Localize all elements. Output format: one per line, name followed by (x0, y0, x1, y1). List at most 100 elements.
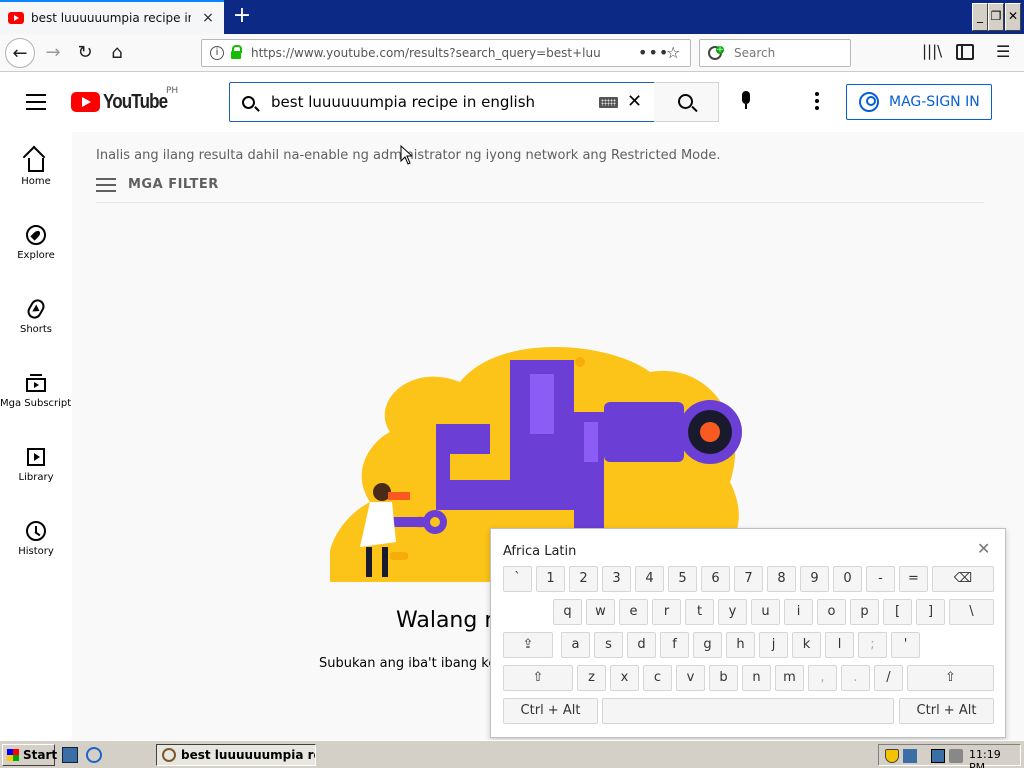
key[interactable]: [ (883, 599, 912, 625)
key[interactable]: b (709, 665, 738, 691)
key[interactable]: 8 (767, 566, 796, 592)
guide-item-history[interactable]: History (0, 502, 72, 562)
key[interactable]: j (759, 632, 788, 658)
key[interactable]: k (792, 632, 821, 658)
key[interactable]: v (676, 665, 705, 691)
key[interactable]: i (784, 599, 813, 625)
key[interactable]: n (742, 665, 771, 691)
key[interactable]: ; (858, 632, 887, 658)
key[interactable]: t (685, 599, 714, 625)
microphone-icon[interactable] (740, 91, 752, 113)
internet-explorer-icon[interactable] (86, 747, 102, 763)
key[interactable]: ' (891, 632, 920, 658)
start-button[interactable]: Start (2, 744, 57, 766)
key[interactable]: p (850, 599, 879, 625)
caps-lock-key[interactable]: ⇪ (503, 632, 553, 658)
back-button[interactable]: ← (5, 38, 35, 68)
network-icon[interactable] (903, 749, 917, 763)
key[interactable]: g (693, 632, 722, 658)
show-desktop-icon[interactable] (62, 747, 78, 763)
shift-key-right[interactable]: ⇧ (907, 665, 994, 691)
bookmark-star-icon[interactable]: ☆ (666, 43, 680, 62)
home-button[interactable]: ⌂ (102, 38, 132, 68)
search-query-text[interactable]: best luuuuuumpia recipe in english (271, 93, 535, 111)
key[interactable]: x (610, 665, 639, 691)
reload-button[interactable]: ↻ (70, 38, 100, 68)
settings-more-icon[interactable] (815, 92, 819, 113)
guide-item-subscriptions[interactable]: Mga Subscript... (0, 354, 72, 414)
youtube-logo[interactable]: YouTube PH (71, 86, 179, 113)
url-text[interactable]: https://www.youtube.com/results?search_q… (251, 46, 601, 60)
key[interactable]: / (874, 665, 903, 691)
guide-item-home[interactable]: Home (0, 132, 72, 192)
clear-search-icon[interactable]: ✕ (627, 91, 642, 112)
filter-button[interactable]: MGA FILTER (96, 172, 219, 196)
key[interactable]: 1 (536, 566, 565, 592)
key[interactable]: 2 (569, 566, 598, 592)
new-tab-button[interactable]: + (230, 4, 254, 28)
keyboard-close-icon[interactable]: ✕ (977, 539, 990, 558)
key[interactable]: 0 (833, 566, 862, 592)
key[interactable]: o (817, 599, 846, 625)
youtube-search-input[interactable]: best luuuuuumpia recipe in english ✕ (229, 82, 655, 122)
info-icon[interactable]: i (210, 46, 224, 60)
key[interactable]: 4 (635, 566, 664, 592)
guide-item-shorts[interactable]: Shorts (0, 280, 72, 340)
guide-item-explore[interactable]: Explore (0, 206, 72, 266)
key[interactable]: 6 (701, 566, 730, 592)
page-actions-icon[interactable]: ••• (638, 43, 669, 62)
key[interactable]: \ (949, 599, 994, 625)
key[interactable]: ` (503, 566, 532, 592)
key[interactable]: y (718, 599, 747, 625)
ctrl-alt-key-left[interactable]: Ctrl + Alt (503, 698, 598, 724)
keyboard-icon[interactable] (599, 97, 618, 108)
space-key[interactable] (602, 698, 894, 724)
key[interactable]: c (643, 665, 672, 691)
key[interactable]: a (561, 632, 590, 658)
lock-icon[interactable] (231, 45, 242, 59)
library-icon[interactable]: |||\ (922, 42, 942, 60)
security-shield-icon[interactable] (885, 749, 899, 763)
key[interactable]: l (825, 632, 854, 658)
key[interactable]: . (841, 665, 870, 691)
guide-item-library[interactable]: Library (0, 428, 72, 488)
browser-tab-active[interactable]: best luuuuuumpia recipe in english × (0, 0, 224, 34)
key[interactable]: m (775, 665, 804, 691)
browser-search-box[interactable]: Search (699, 39, 851, 67)
key[interactable]: s (594, 632, 623, 658)
key[interactable]: 7 (734, 566, 763, 592)
youtube-search-button[interactable] (654, 82, 719, 122)
tab-close-icon[interactable]: × (200, 10, 216, 26)
key[interactable]: - (866, 566, 895, 592)
backspace-key[interactable]: ⌫ (932, 566, 994, 592)
key[interactable]: ] (916, 599, 945, 625)
clock[interactable]: 11:19 PM (969, 748, 1020, 768)
key[interactable]: , (808, 665, 837, 691)
window-minimize-button[interactable]: _ (972, 3, 988, 31)
key[interactable]: z (577, 665, 606, 691)
shift-key-left[interactable]: ⇧ (503, 665, 573, 691)
key[interactable]: r (652, 599, 681, 625)
key[interactable]: 3 (602, 566, 631, 592)
sidebar-toggle-icon[interactable] (956, 44, 974, 60)
taskbar-window-item[interactable]: best luuuuuumpia rec... (156, 744, 316, 766)
volume-muted-icon[interactable] (949, 749, 963, 763)
key[interactable]: w (586, 599, 615, 625)
key[interactable]: 9 (800, 566, 829, 592)
key[interactable]: = (899, 566, 928, 592)
address-bar[interactable]: i https://www.youtube.com/results?search… (201, 39, 691, 67)
sign-in-button[interactable]: MAG-SIGN IN (846, 84, 992, 120)
key[interactable]: f (660, 632, 689, 658)
key[interactable]: h (726, 632, 755, 658)
key[interactable]: d (627, 632, 656, 658)
forward-button[interactable]: → (38, 38, 68, 68)
key[interactable]: u (751, 599, 780, 625)
window-close-button[interactable]: ✕ (1005, 3, 1021, 31)
key[interactable]: q (553, 599, 582, 625)
display-icon[interactable] (931, 749, 945, 763)
window-restore-button[interactable]: ❐ (988, 3, 1004, 31)
key[interactable]: 5 (668, 566, 697, 592)
guide-menu-icon[interactable] (26, 94, 46, 110)
key[interactable]: e (619, 599, 648, 625)
ctrl-alt-key-right[interactable]: Ctrl + Alt (899, 698, 994, 724)
